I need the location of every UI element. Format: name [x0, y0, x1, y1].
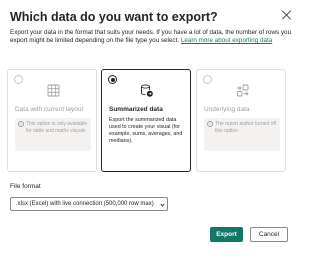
option-title: Data with current layout [15, 106, 84, 113]
radio-underlying-data[interactable] [203, 75, 212, 84]
chevron-down-icon [160, 202, 165, 207]
dialog-title: Which data do you want to export? [10, 10, 218, 24]
option-description: Export the summarized data used to creat… [109, 117, 183, 144]
option-note: i This option is only available for tabl… [15, 118, 91, 151]
underlying-data-icon [237, 84, 249, 97]
radio-current-layout[interactable] [14, 75, 23, 84]
info-icon: i [18, 121, 24, 127]
cancel-button[interactable]: Cancel [250, 227, 288, 242]
file-format-value: .xlsx (Excel) with live connection (500,… [16, 201, 154, 207]
option-card-summarized-data[interactable]: Summarized data Export the summarized da… [101, 69, 191, 172]
file-format-label: File format [10, 183, 41, 190]
table-layout-icon [47, 84, 60, 97]
option-title: Summarized data [109, 106, 163, 113]
database-export-icon [141, 84, 153, 97]
option-note: i The report author turned off this opti… [204, 118, 280, 151]
dialog-description: Export your data in the format that suit… [10, 29, 292, 45]
option-card-underlying-data[interactable]: Underlying data i The report author turn… [196, 69, 286, 172]
export-data-dialog: Which data do you want to export? Export… [0, 0, 300, 263]
export-button[interactable]: Export [210, 227, 243, 242]
radio-summarized-data[interactable] [108, 75, 117, 84]
option-note-text: The report author turned off this option [215, 121, 277, 134]
close-icon[interactable] [281, 9, 293, 21]
learn-more-link[interactable]: Learn more about exporting data [181, 37, 272, 44]
option-card-current-layout[interactable]: Data with current layout i This option i… [7, 69, 97, 172]
option-title: Underlying data [204, 106, 250, 113]
option-note-text: This option is only available for table … [26, 121, 88, 134]
file-format-select[interactable]: .xlsx (Excel) with live connection (500,… [10, 197, 168, 211]
info-icon: i [207, 121, 213, 127]
